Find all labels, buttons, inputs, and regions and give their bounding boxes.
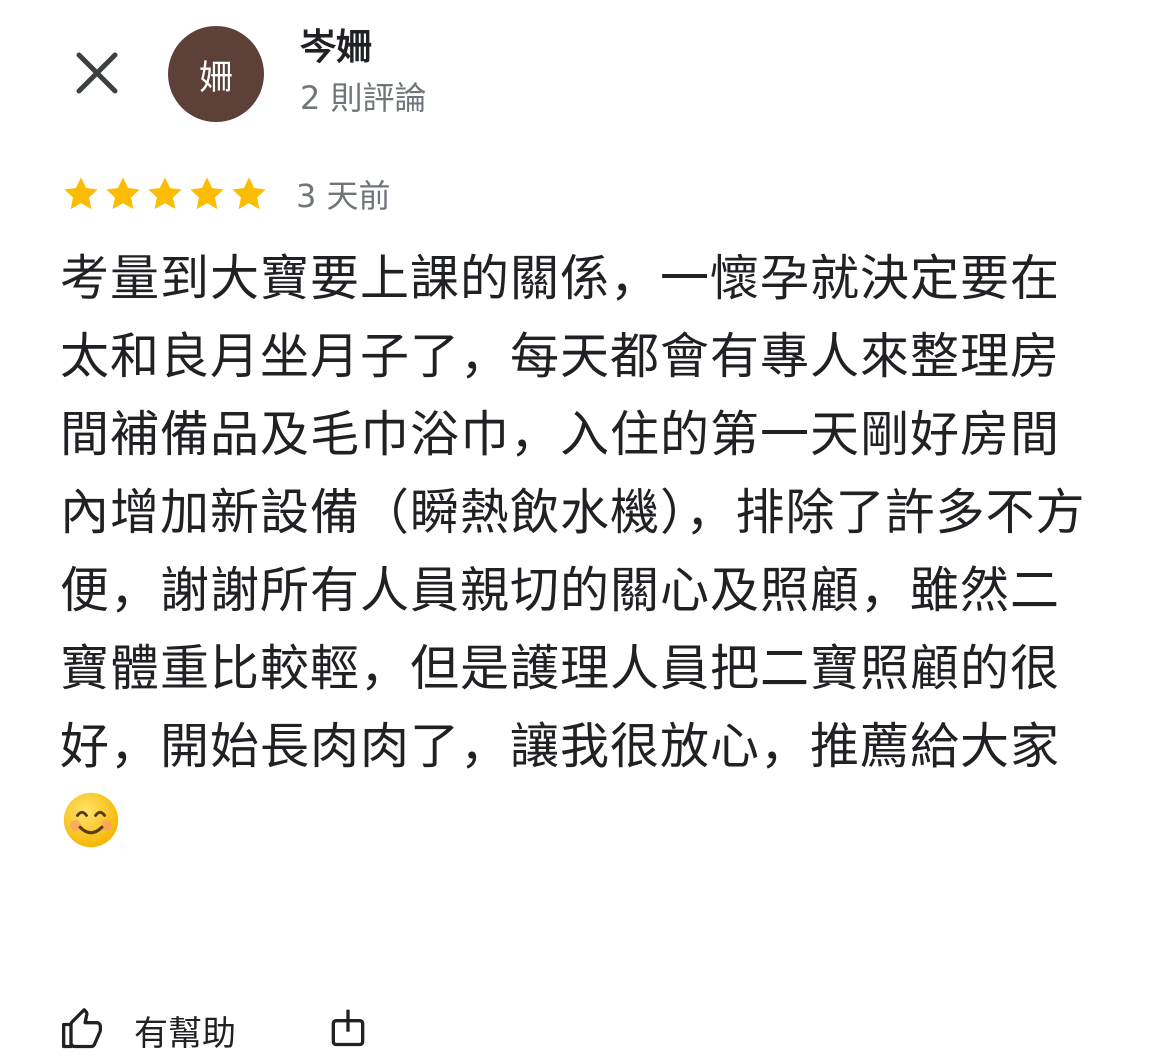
close-button[interactable] <box>66 42 128 104</box>
review-count: 2 則評論 <box>300 79 427 117</box>
smiling-face-emoji <box>63 792 119 848</box>
helpful-button[interactable]: 有幫助 <box>60 1006 236 1055</box>
reviewer-name[interactable]: 岑姍 <box>300 24 372 72</box>
share-icon <box>331 1009 365 1047</box>
review-text: 考量到大寶要上課的關係，一懷孕就決定要在太和良月坐月子了，每天都會有專人來整理房… <box>60 240 1090 864</box>
helpful-label: 有幫助 <box>134 1013 236 1054</box>
star-icon <box>232 177 266 210</box>
thumbs-up-icon <box>62 1008 102 1049</box>
review-body: 考量到大寶要上課的關係，一懷孕就決定要在太和良月坐月子了，每天都會有專人來整理房… <box>60 250 1086 775</box>
avatar[interactable]: 姍 <box>168 26 264 122</box>
star-icon <box>64 177 98 210</box>
review-header: 姍 岑姍 2 則評論 <box>0 0 1170 140</box>
review-actions: 有幫助 <box>60 1000 370 1060</box>
share-button[interactable] <box>326 1006 370 1054</box>
review-time: 3 天前 <box>296 177 391 215</box>
star-icon <box>148 177 182 210</box>
rating-row: 3 天前 <box>60 170 391 218</box>
star-rating <box>60 173 270 215</box>
star-icon <box>106 177 140 210</box>
close-icon <box>76 52 118 94</box>
star-icon <box>190 177 224 210</box>
